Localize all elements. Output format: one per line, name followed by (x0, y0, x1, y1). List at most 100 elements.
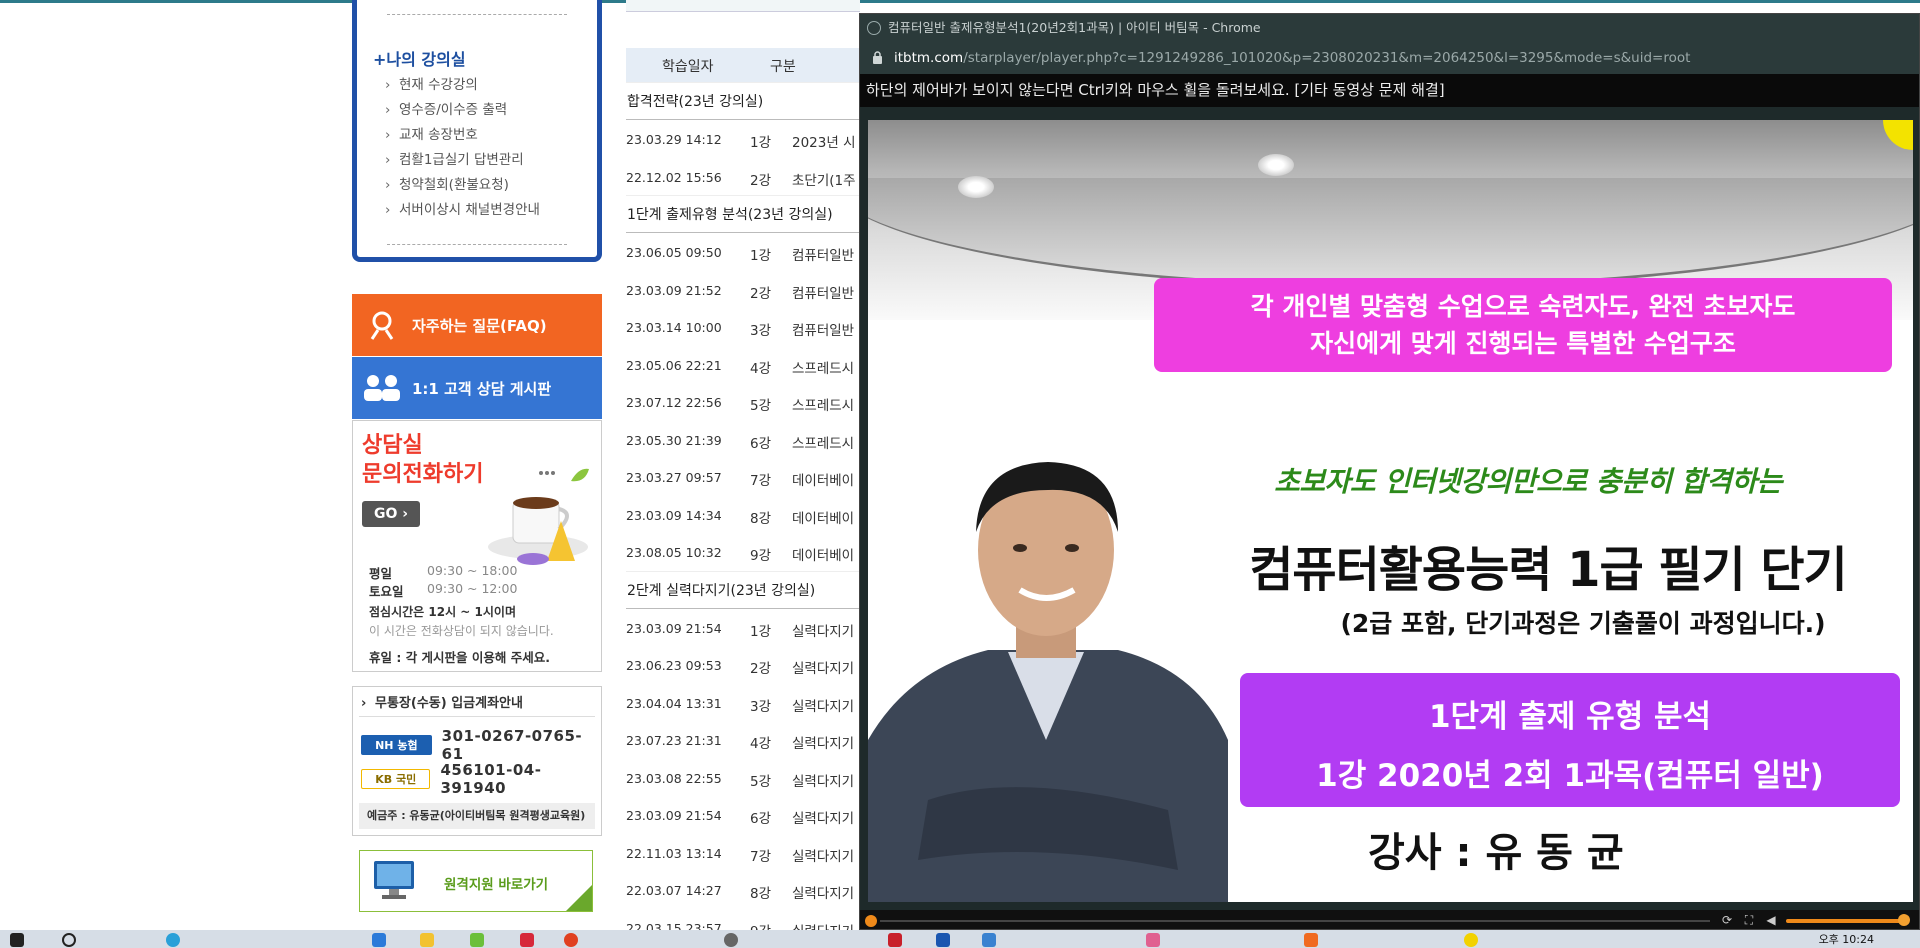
lecture-row[interactable]: 23.03.09 21:54 1강 실력다지기 (626, 609, 860, 646)
remote-support-button[interactable]: 원격지원 바로가기 (359, 850, 593, 912)
lecture-subject: 실력다지기 (792, 920, 854, 931)
lecture-number: 1강 (750, 135, 772, 151)
consult-go-button[interactable]: GO › (362, 501, 420, 527)
lecture-date: 23.03.29 14:12 (626, 132, 722, 147)
lecture-row[interactable]: 23.07.12 22:56 5강 스프레드시 (626, 383, 860, 420)
folder-icon[interactable] (420, 932, 434, 948)
repeat-icon[interactable]: ⟳ (1720, 913, 1734, 927)
lecture-subject: 실력다지기 (792, 886, 855, 902)
app-icon[interactable] (564, 932, 578, 948)
app-icon[interactable] (888, 932, 902, 948)
lunch-note: 이 시간은 전화상담이 되지 않습니다. (369, 624, 554, 638)
video-player-window[interactable]: 컴퓨터일반 출제유형분석1(20년2회1과목) | 아이티 버팀목 - Chro… (859, 13, 1920, 930)
slide-tagline: 초보자도 인터넷강의만으로 충분히 합격하는 (1274, 465, 1782, 498)
lecture-row[interactable]: 23.03.09 14:34 8강 데이터베이 (626, 496, 860, 533)
app-icon[interactable] (1464, 932, 1478, 948)
lecture-subject: 실력다지기 (792, 848, 855, 865)
lecture-row[interactable]: 23.04.04 13:31 3강 실력다지기 (626, 684, 860, 721)
fullscreen-icon[interactable]: ⛶ (1742, 913, 1756, 927)
play-position-handle[interactable] (865, 915, 877, 927)
lecture-row[interactable]: 23.08.05 10:32 9강 데이터베이 (626, 533, 860, 570)
lecture-subject: 스프레드시 (792, 398, 855, 414)
lecture-number: 8강 (750, 886, 772, 902)
menu-channel-change[interactable]: 서버이상시 채널변경안내 (385, 199, 540, 224)
ceiling-edge (868, 178, 1913, 288)
app-icon[interactable] (936, 932, 950, 948)
lunch-notice: 점심시간은 12시 ~ 1시이며 (369, 605, 516, 619)
top-accent-line (0, 0, 1920, 3)
faq-button[interactable]: 자주하는 질문(FAQ) (352, 294, 602, 356)
lecture-subject: 데이터베이 (792, 548, 855, 564)
lecture-row[interactable]: 23.06.23 09:53 2강 실력다지기 (626, 646, 860, 683)
table-top-bar (626, 0, 860, 12)
users-icon (352, 374, 412, 402)
lecture-row[interactable]: 23.05.06 22:21 4강 스프레드시 (626, 346, 860, 383)
lecture-row[interactable]: 22.11.03 13:14 7강 실력다지기 (626, 834, 860, 871)
account-holder: 예금주 : 유동균(아이티버팀목 원격평생교육원) (359, 803, 595, 829)
menu-textbook-tracking[interactable]: 교재 송장번호 (385, 124, 540, 149)
app-icon[interactable] (724, 932, 738, 948)
menu-receipt-print[interactable]: 영수증/이수증 출력 (385, 99, 540, 124)
lecture-table: 학습일자 구분 합격전략(23년 강의실) 23.03.29 14:12 1강 202… (626, 0, 860, 930)
lecture-subject: 실력다지기 (792, 811, 855, 827)
lecture-row[interactable]: 23.03.14 10:00 3강 컴퓨터일반 (626, 308, 860, 345)
lecture-number: 8강 (750, 510, 772, 527)
lecture-subject: 실력다지기 (792, 661, 855, 677)
app-icon[interactable] (470, 932, 484, 948)
volume-slider[interactable] (1786, 919, 1904, 923)
coffee-cup-icon (488, 468, 589, 565)
lecture-subject: 스프레드시 (792, 360, 855, 377)
search-icon[interactable] (62, 932, 76, 948)
consult-heading-line2: 문의전화하기 (362, 462, 484, 487)
video-frame[interactable]: 각 개인별 맞춤형 수업으로 숙련자도, 완전 초보자도 자신에게 맞게 진행되… (868, 120, 1913, 902)
progress-bar[interactable] (880, 920, 1710, 922)
taskbar-clock[interactable]: 오후 10:24 (1819, 931, 1874, 947)
nh-bank-logo: NH 농협 (361, 735, 432, 755)
window-title-bar[interactable]: 컴퓨터일반 출제유형분석1(20년2회1과목) | 아이티 버팀목 - Chro… (860, 14, 1919, 42)
lecture-row[interactable]: 23.03.29 14:12 1강 2023년 시 (626, 120, 860, 157)
lecture-row[interactable]: 23.03.08 22:55 5강 실력다지기 (626, 759, 860, 796)
consult-panel: 상담실 문의전화하기 GO › 평일 09:30 ~ 18:00 토요일 09:… (352, 420, 602, 672)
volume-handle[interactable] (1897, 914, 1910, 926)
lecture-subject: 컴퓨터일반 (792, 285, 855, 302)
lecture-name: 1강 2020년 2회 1과목(컴퓨터 일반) (1316, 758, 1824, 794)
lecture-row[interactable]: 22.03.07 14:27 8강 실력다지기 (626, 871, 860, 908)
ceiling-light (958, 176, 994, 198)
volume-icon[interactable]: ◀ (1764, 913, 1778, 927)
lecture-date: 23.03.08 22:55 (626, 770, 722, 786)
chrome-taskbar-icon[interactable] (166, 932, 180, 948)
slide-title: 컴퓨터활용능력 1급 필기 단기 (1249, 542, 1847, 598)
account-number: 301-0267-0765-61 (441, 727, 583, 763)
lecture-row[interactable]: 23.03.09 21:52 2강 컴퓨터일반 (626, 271, 860, 308)
hours-time: 09:30 ~ 18:00 (427, 563, 518, 578)
lecture-number: 9강 (750, 548, 772, 564)
menu-refund-request[interactable]: 청약철회(환불요청) (385, 174, 540, 199)
lecture-row[interactable]: 23.03.27 09:57 7강 데이터베이 (626, 458, 860, 495)
lecture-row[interactable]: 23.07.23 21:31 4강 실력다지기 (626, 721, 860, 758)
lecture-date: 23.06.05 09:50 (626, 245, 722, 260)
lecture-row[interactable]: 23.05.30 21:39 6강 스프레드시 (626, 421, 860, 458)
lecture-row[interactable]: 22.12.02 15:56 2강 초단기(1주 (626, 158, 860, 195)
my-classroom-box: +나의 강의실 현재 수강강의 영수증/이수증 출력 교재 송장번호 컴활1급실… (352, 0, 602, 262)
remote-support-label: 원격지원 바로가기 (444, 877, 549, 893)
lecture-row[interactable]: 23.03.09 21:54 6강 실력다지기 (626, 796, 860, 833)
file-explorer-icon[interactable] (372, 932, 386, 948)
lecture-row[interactable]: 23.06.05 09:50 1강 컴퓨터일반 (626, 233, 860, 270)
lecture-date: 23.03.09 14:34 (626, 507, 722, 523)
lecture-subject: 스프레드시 (792, 435, 855, 452)
app-icon[interactable] (982, 932, 996, 948)
app-icon[interactable] (1304, 932, 1318, 948)
header-type: 구분 (770, 59, 796, 75)
lecture-row[interactable]: 22.03.15 23:57 9강 실력다지기 (626, 909, 860, 931)
menu-answer-management[interactable]: 컴활1급실기 답변관리 (385, 149, 540, 174)
lecture-subject: 초단기(1주 (792, 172, 856, 189)
menu-current-courses[interactable]: 현재 수강강의 (385, 74, 540, 99)
qa-board-button[interactable]: 1:1 고객 상담 게시판 (352, 357, 602, 419)
address-bar[interactable]: itbtm.com/starplayer/player.php?c=129124… (860, 42, 1919, 74)
app-icon[interactable] (1146, 932, 1160, 948)
business-hours: 평일 09:30 ~ 18:00 토요일 09:30 ~ 12:00 점심시간은… (369, 563, 554, 666)
lecture-number: 6강 (750, 435, 772, 452)
lecture-date: 23.03.09 21:54 (626, 808, 722, 823)
app-icon[interactable] (520, 932, 534, 948)
start-button[interactable] (10, 932, 24, 948)
